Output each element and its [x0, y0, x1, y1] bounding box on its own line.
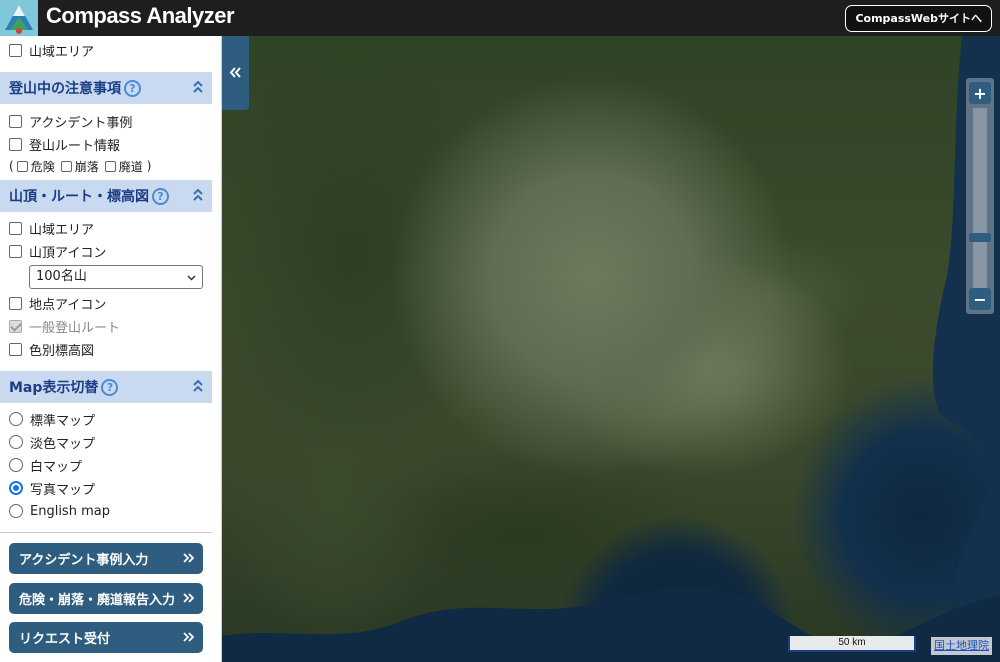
checkbox-label: 崩落: [74, 159, 99, 174]
sidebar: 山域エリア 登山中の注意事項 ? アクシデント事例 登山ルート情報 ( 危険 崩…: [0, 36, 222, 662]
radio-row-pale-map[interactable]: 淡色マップ: [9, 432, 95, 452]
radio-label: English map: [30, 503, 110, 519]
checkbox-label: 地点アイコン: [29, 297, 107, 313]
radio-row-photo-map[interactable]: 写真マップ: [9, 478, 95, 498]
radio-label: 標準マップ: [30, 413, 96, 429]
button-label: 危険・崩落・廃道報告入力: [19, 593, 176, 608]
zoom-slider-track[interactable]: [973, 108, 987, 288]
help-icon[interactable]: ?: [152, 187, 169, 205]
section-header-summit-route[interactable]: 山頂・ルート・標高図 ?: [0, 180, 212, 212]
checkbox-label: 一般登山ルート: [29, 320, 121, 336]
radio[interactable]: [9, 504, 23, 518]
chevron-down-icon: [187, 275, 196, 281]
section-header-cautions[interactable]: 登山中の注意事項 ?: [0, 72, 212, 104]
help-icon[interactable]: ?: [124, 79, 141, 97]
checkbox-label: 登山ルート情報: [29, 138, 121, 154]
checkbox[interactable]: [9, 342, 22, 356]
zoom-control: + −: [966, 78, 994, 314]
checkbox[interactable]: [9, 137, 22, 151]
checkbox-abandoned-road[interactable]: [104, 160, 116, 172]
checkbox-row-route-info[interactable]: 登山ルート情報: [9, 134, 120, 154]
checkbox-row-area-top[interactable]: 山域エリア: [9, 40, 94, 60]
accident-input-button[interactable]: アクシデント事例入力: [9, 543, 203, 574]
checkbox-row-summit-icon[interactable]: 山頂アイコン: [9, 241, 106, 261]
checkbox[interactable]: [9, 221, 22, 235]
route-info-subfilters: ( 危険 崩落 廃道 ): [9, 156, 151, 176]
checkbox-row-point-icon[interactable]: 地点アイコン: [9, 293, 106, 313]
radio-label: 淡色マップ: [30, 436, 96, 452]
radio[interactable]: [9, 435, 23, 449]
checkbox-row-accident[interactable]: アクシデント事例: [9, 111, 132, 131]
radio-label: 白マップ: [30, 459, 83, 475]
radio-label: 写真マップ: [30, 482, 96, 498]
help-icon[interactable]: ?: [101, 378, 119, 396]
satellite-map[interactable]: [222, 36, 1000, 662]
checkbox-label: 危険: [30, 159, 55, 174]
paren-close-text: ): [146, 159, 152, 173]
checkbox-row-general-route: 一般登山ルート: [9, 316, 120, 336]
checkbox[interactable]: [9, 244, 22, 258]
app-title: Compass Analyzer: [46, 3, 235, 28]
double-chevron-up-icon[interactable]: [192, 79, 204, 95]
double-chevron-right-icon: [183, 553, 194, 563]
double-chevron-up-icon[interactable]: [192, 187, 204, 203]
radio-row-standard-map[interactable]: 標準マップ: [9, 409, 95, 429]
select-value: 100名山: [36, 269, 87, 284]
checkbox-disabled-checked: [9, 319, 22, 333]
section-header-map-switch[interactable]: Map表示切替 ?: [0, 371, 212, 403]
radio-row-white-map[interactable]: 白マップ: [9, 455, 82, 475]
double-chevron-up-icon[interactable]: [192, 378, 204, 394]
section-title: 山頂・ルート・標高図: [9, 189, 149, 205]
double-chevron-left-icon: [229, 67, 241, 78]
paren-open-text: (: [9, 159, 14, 173]
radio-selected[interactable]: [9, 481, 23, 495]
checkbox[interactable]: [9, 296, 22, 310]
checkbox-danger[interactable]: [16, 160, 28, 172]
mountain-list-select[interactable]: 100名山: [29, 265, 203, 289]
checkbox-label: 山域エリア: [29, 222, 95, 238]
zoom-out-button[interactable]: −: [969, 288, 991, 310]
checkbox-row-elevation-map[interactable]: 色別標高図: [9, 339, 94, 359]
radio-row-english-map[interactable]: English map: [9, 501, 110, 521]
checkbox[interactable]: [9, 114, 22, 128]
zoom-in-button[interactable]: +: [969, 82, 991, 104]
checkbox-label: 廃道: [118, 159, 143, 174]
double-chevron-right-icon: [183, 632, 194, 642]
checkbox-label: 山域エリア: [29, 44, 95, 60]
hazard-report-button[interactable]: 危険・崩落・廃道報告入力: [9, 583, 203, 614]
section-title: 登山中の注意事項: [9, 81, 121, 97]
compass-web-site-button[interactable]: CompassWebサイトへ: [845, 5, 992, 32]
checkbox-label: アクシデント事例: [29, 115, 133, 131]
request-button[interactable]: リクエスト受付: [9, 622, 203, 653]
divider: [0, 532, 212, 533]
checkbox[interactable]: [9, 43, 22, 57]
double-chevron-right-icon: [183, 593, 194, 603]
app-header: Compass Analyzer CompassWebサイトへ: [0, 0, 1000, 36]
compass-mountain-logo: [0, 0, 38, 36]
radio[interactable]: [9, 412, 23, 426]
button-label: アクシデント事例入力: [19, 553, 149, 568]
checkbox-label: 山頂アイコン: [29, 245, 107, 261]
scale-bar: 50 km: [788, 636, 916, 652]
button-label: リクエスト受付: [19, 632, 111, 647]
section-title: Map表示切替: [9, 380, 99, 396]
gsi-attribution-link[interactable]: 国土地理院: [931, 637, 992, 655]
radio[interactable]: [9, 458, 23, 472]
checkbox-collapse[interactable]: [60, 160, 72, 172]
checkbox-row-area[interactable]: 山域エリア: [9, 218, 94, 238]
zoom-slider-thumb[interactable]: [969, 232, 991, 242]
checkbox-label: 色別標高図: [29, 343, 95, 359]
sidebar-collapse-button[interactable]: [222, 36, 249, 110]
